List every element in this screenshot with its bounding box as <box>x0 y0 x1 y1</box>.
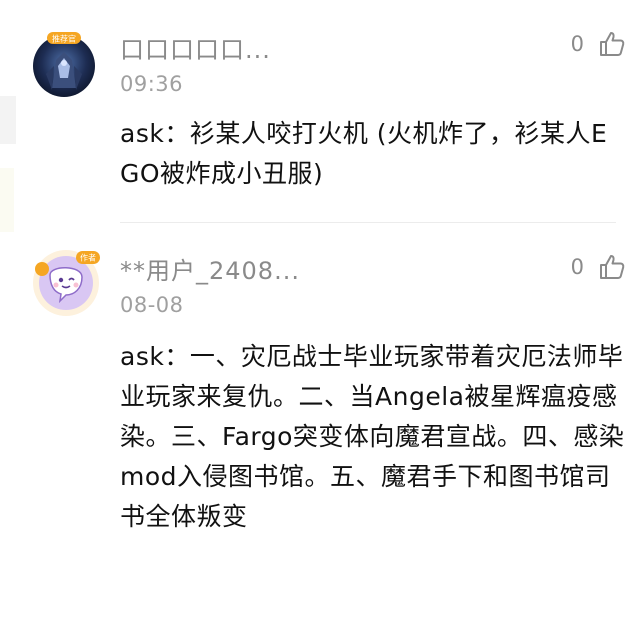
thumbs-up-icon[interactable] <box>598 253 626 281</box>
like-button[interactable]: 0 <box>571 30 626 58</box>
comment-item: 推荐官 口口口口口... 09:36 0 ask：衫某人咬打火机 (火机炸了，衫… <box>0 0 640 222</box>
avatar-badge-label: 推荐官 <box>52 34 76 44</box>
purple-cartoon-icon: 作者 <box>33 250 100 316</box>
like-count: 0 <box>570 32 584 56</box>
comment-text: ask：衫某人咬打火机 (火机炸了，衫某人EGO被炸成小丑服) <box>120 119 608 188</box>
avatar[interactable]: 推荐官 <box>30 30 98 98</box>
username[interactable]: **用户_2408... <box>120 251 300 286</box>
avatar[interactable]: 作者 <box>30 245 100 316</box>
thumbs-up-icon[interactable] <box>598 30 626 58</box>
like-button[interactable]: 0 <box>571 253 626 281</box>
like-count: 0 <box>570 255 584 279</box>
comment-text: ask：一、灾厄战士毕业玩家带着灾厄法师毕业玩家来复仇。二、当Angela被星辉… <box>120 342 625 531</box>
comment-item: 作者 **用户_2408... 08-08 0 ask：一、灾厄战士毕业玩家带着… <box>0 223 640 640</box>
armored-character-icon: 推荐官 <box>33 32 95 97</box>
username[interactable]: 口口口口口... <box>120 30 271 65</box>
timestamp: 09:36 <box>120 72 184 96</box>
avatar-badge-label: 作者 <box>80 253 96 263</box>
timestamp: 08-08 <box>120 293 184 317</box>
